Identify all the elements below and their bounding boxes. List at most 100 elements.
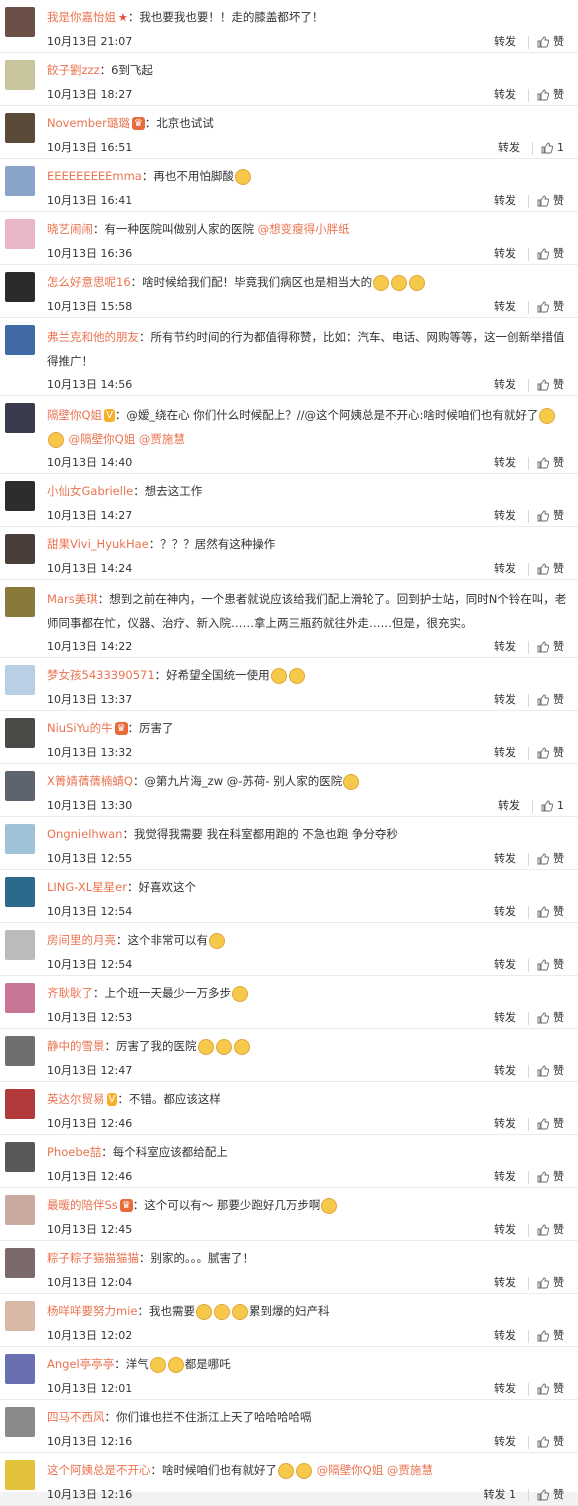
avatar[interactable]: [5, 771, 35, 801]
avatar[interactable]: [5, 403, 35, 433]
repost-button[interactable]: 转发: [494, 958, 516, 971]
thumbs-up-icon[interactable]: [537, 510, 550, 522]
avatar[interactable]: [5, 1407, 35, 1437]
like-button[interactable]: 赞: [553, 509, 564, 522]
like-button[interactable]: 赞: [553, 194, 564, 207]
username-link[interactable]: 四马不西风: [47, 1410, 105, 1424]
username-link[interactable]: X箐婧蒨蒨楠蜻Q: [47, 774, 133, 788]
avatar[interactable]: [5, 1354, 35, 1384]
like-button[interactable]: 赞: [553, 562, 564, 575]
avatar[interactable]: [5, 1460, 35, 1490]
avatar[interactable]: [5, 1301, 35, 1331]
thumbs-up-icon[interactable]: [537, 1118, 550, 1130]
like-button[interactable]: 赞: [553, 378, 564, 391]
thumbs-up-icon[interactable]: [537, 1436, 550, 1448]
repost-button[interactable]: 转发: [494, 35, 516, 48]
username-link[interactable]: 餃子劉zzz: [47, 63, 100, 77]
avatar[interactable]: [5, 824, 35, 854]
username-link[interactable]: LING-XL星星er: [47, 880, 127, 894]
thumbs-up-icon[interactable]: [537, 1489, 550, 1501]
like-button[interactable]: 赞: [553, 746, 564, 759]
username-link[interactable]: 房间里的月亮: [47, 933, 116, 947]
thumbs-up-icon[interactable]: [537, 1065, 550, 1077]
repost-button[interactable]: 转发: [494, 640, 516, 653]
like-button[interactable]: 1: [557, 141, 564, 154]
thumbs-up-icon[interactable]: [537, 248, 550, 260]
repost-button[interactable]: 转发: [494, 1223, 516, 1236]
like-button[interactable]: 赞: [553, 1435, 564, 1448]
like-button[interactable]: 1: [557, 799, 564, 812]
username-link[interactable]: NiuSiYu的牛: [47, 721, 113, 735]
thumbs-up-icon[interactable]: [537, 1383, 550, 1395]
username-link[interactable]: 这个阿姨总是不开心: [47, 1463, 151, 1477]
username-link[interactable]: 静中的雪景: [47, 1039, 105, 1053]
username-link[interactable]: 我是你嘉怡姐: [47, 10, 116, 24]
username-link[interactable]: 齐耿耿了: [47, 986, 93, 1000]
username-link[interactable]: 弗兰克和他的朋友: [47, 330, 139, 344]
like-button[interactable]: 赞: [553, 1170, 564, 1183]
avatar[interactable]: [5, 1142, 35, 1172]
username-link[interactable]: 粽子粽子猫猫猫猫: [47, 1251, 139, 1265]
thumbs-up-icon[interactable]: [537, 36, 550, 48]
repost-button[interactable]: 转发: [494, 194, 516, 207]
username-link[interactable]: Angel亭亭亭: [47, 1357, 114, 1371]
thumbs-up-icon[interactable]: [537, 1330, 550, 1342]
avatar[interactable]: [5, 877, 35, 907]
like-button[interactable]: 赞: [553, 456, 564, 469]
username-link[interactable]: 最暖的陪伴Ss: [47, 1198, 118, 1212]
username-link[interactable]: Phoebe喆: [47, 1145, 101, 1159]
mention-link[interactable]: @隔壁你Q姐 @贾施慧: [313, 1463, 433, 1477]
avatar[interactable]: [5, 113, 35, 143]
repost-button[interactable]: 转发: [494, 1276, 516, 1289]
repost-button[interactable]: 转发: [494, 1382, 516, 1395]
like-button[interactable]: 赞: [553, 958, 564, 971]
thumbs-up-icon[interactable]: [537, 1012, 550, 1024]
like-button[interactable]: 赞: [553, 1329, 564, 1342]
avatar[interactable]: [5, 272, 35, 302]
avatar[interactable]: [5, 1195, 35, 1225]
thumbs-up-icon[interactable]: [537, 1224, 550, 1236]
thumbs-up-icon[interactable]: [537, 641, 550, 653]
avatar[interactable]: [5, 1248, 35, 1278]
repost-button[interactable]: 转发: [498, 141, 520, 154]
repost-button[interactable]: 转发: [494, 562, 516, 575]
mention-link[interactable]: @隔壁你Q姐 @贾施慧: [65, 432, 185, 446]
repost-button[interactable]: 转发: [498, 799, 520, 812]
thumbs-up-icon[interactable]: [537, 906, 550, 918]
username-link[interactable]: 隔壁你Q姐: [47, 408, 102, 422]
username-link[interactable]: Mars美琪: [47, 592, 98, 606]
like-button[interactable]: 赞: [553, 693, 564, 706]
like-button[interactable]: 赞: [553, 35, 564, 48]
repost-button[interactable]: 转发: [494, 693, 516, 706]
username-link[interactable]: 英达尔贸易: [47, 1092, 105, 1106]
like-button[interactable]: 赞: [553, 300, 564, 313]
like-button[interactable]: 赞: [553, 1488, 564, 1501]
repost-button[interactable]: 转发: [494, 852, 516, 865]
avatar[interactable]: [5, 983, 35, 1013]
repost-button[interactable]: 转发: [494, 1435, 516, 1448]
repost-button[interactable]: 转发: [494, 1011, 516, 1024]
avatar[interactable]: [5, 481, 35, 511]
thumbs-up-icon[interactable]: [537, 89, 550, 101]
username-link[interactable]: Ongnielhwan: [47, 827, 122, 841]
repost-button[interactable]: 转发: [494, 88, 516, 101]
username-link[interactable]: EEEEEEEEEmma: [47, 169, 142, 183]
repost-button[interactable]: 转发: [494, 247, 516, 260]
username-link[interactable]: 晓艺闹闹: [47, 222, 93, 236]
repost-button[interactable]: 转发: [494, 509, 516, 522]
username-link[interactable]: 梦女孩5433390571: [47, 668, 155, 682]
username-link[interactable]: 杨咩咩要努力mie: [47, 1304, 137, 1318]
avatar[interactable]: [5, 1036, 35, 1066]
thumbs-up-icon[interactable]: [541, 800, 554, 812]
avatar[interactable]: [5, 60, 35, 90]
like-button[interactable]: 赞: [553, 1276, 564, 1289]
avatar[interactable]: [5, 665, 35, 695]
avatar[interactable]: [5, 1089, 35, 1119]
avatar[interactable]: [5, 534, 35, 564]
repost-button[interactable]: 转发: [494, 456, 516, 469]
like-button[interactable]: 赞: [553, 1223, 564, 1236]
like-button[interactable]: 赞: [553, 88, 564, 101]
thumbs-up-icon[interactable]: [541, 142, 554, 154]
repost-button[interactable]: 转发: [494, 746, 516, 759]
like-button[interactable]: 赞: [553, 1382, 564, 1395]
